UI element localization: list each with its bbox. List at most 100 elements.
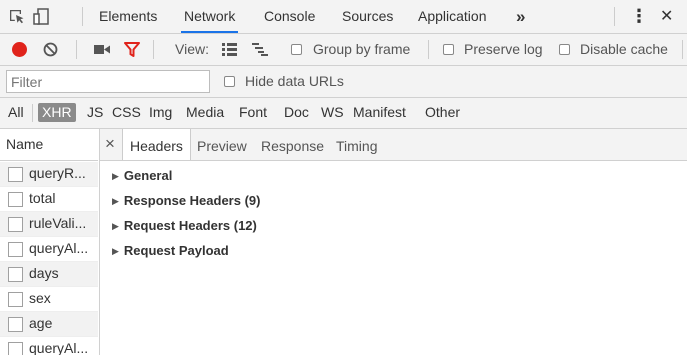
expand-triangle-icon: ▶ bbox=[112, 246, 119, 256]
preserve-log-checkbox[interactable] bbox=[443, 44, 454, 55]
filter-ws[interactable]: WS bbox=[321, 98, 344, 126]
section-label: General bbox=[123, 168, 173, 183]
group-by-frame-label: Group by frame bbox=[313, 41, 411, 57]
view-label: View: bbox=[175, 41, 209, 57]
filter-manifest[interactable]: Manifest bbox=[353, 98, 406, 126]
request-row[interactable]: sex bbox=[0, 287, 98, 312]
filter-doc[interactable]: Doc bbox=[284, 98, 309, 126]
request-row[interactable]: age bbox=[0, 312, 98, 337]
tab-label: Response bbox=[261, 138, 325, 154]
section-label: Request Headers (12) bbox=[123, 218, 257, 233]
tab-preview[interactable]: Preview bbox=[197, 129, 247, 163]
tab-label: Headers bbox=[130, 138, 183, 154]
separator bbox=[682, 40, 683, 59]
section-general[interactable]: ▶ General bbox=[112, 168, 172, 183]
filter-xhr-label: XHR bbox=[42, 104, 72, 120]
filter-input[interactable] bbox=[6, 70, 210, 93]
waterfall-overview-icon[interactable] bbox=[252, 43, 268, 56]
name-column-label: Name bbox=[6, 136, 44, 152]
request-checkbox[interactable] bbox=[8, 267, 23, 282]
request-list: Name queryR... total ruleVali... queryAl… bbox=[0, 129, 100, 355]
tab-headers[interactable]: Headers bbox=[122, 129, 191, 160]
detail-tab-bar: × Headers Preview Response Timing bbox=[100, 129, 687, 161]
tab-label: Console bbox=[264, 8, 316, 24]
request-name: age bbox=[29, 315, 53, 331]
expand-triangle-icon: ▶ bbox=[112, 221, 119, 231]
section-label: Response Headers (9) bbox=[123, 193, 261, 208]
request-checkbox[interactable] bbox=[8, 317, 23, 332]
request-row[interactable]: ruleVali... bbox=[0, 212, 98, 237]
request-row[interactable]: queryAl... bbox=[0, 337, 98, 355]
devtools-tab-bar: Elements Network Console Sources Applica… bbox=[0, 0, 687, 34]
separator bbox=[32, 104, 33, 122]
request-name: total bbox=[29, 190, 56, 206]
tab-response[interactable]: Response bbox=[261, 129, 324, 163]
kebab-menu-icon[interactable]: ⋮ bbox=[630, 0, 648, 33]
separator bbox=[76, 40, 77, 59]
section-label: Request Payload bbox=[123, 243, 229, 258]
network-toolbar: View: Group by frame Preserve log Disabl… bbox=[0, 34, 687, 66]
expand-triangle-icon: ▶ bbox=[112, 196, 119, 206]
hide-data-urls-label: Hide data URLs bbox=[245, 73, 344, 89]
tab-elements[interactable]: Elements bbox=[99, 0, 157, 33]
more-tabs-icon[interactable]: » bbox=[516, 0, 525, 33]
disable-cache-checkbox[interactable] bbox=[559, 44, 570, 55]
hide-data-urls-checkbox[interactable] bbox=[224, 76, 235, 87]
tab-label: Elements bbox=[99, 8, 158, 24]
request-name: queryAl... bbox=[29, 340, 89, 355]
group-by-frame-checkbox[interactable] bbox=[291, 44, 302, 55]
filter-bar: Hide data URLs bbox=[0, 66, 687, 98]
filter-css[interactable]: CSS bbox=[112, 98, 141, 126]
request-name: queryR... bbox=[29, 165, 86, 181]
request-name: queryAl... bbox=[29, 240, 89, 256]
separator bbox=[153, 40, 154, 59]
name-column-header[interactable]: Name bbox=[0, 129, 98, 161]
request-row[interactable]: queryR... bbox=[0, 162, 98, 187]
clear-icon[interactable] bbox=[43, 42, 58, 57]
request-checkbox[interactable] bbox=[8, 342, 23, 355]
preserve-log-label: Preserve log bbox=[464, 41, 543, 57]
separator bbox=[614, 7, 615, 26]
inspect-element-icon[interactable] bbox=[9, 9, 25, 25]
close-detail-icon[interactable]: × bbox=[105, 134, 115, 154]
request-checkbox[interactable] bbox=[8, 292, 23, 307]
filter-font[interactable]: Font bbox=[239, 98, 267, 126]
tab-network[interactable]: Network bbox=[180, 0, 239, 33]
request-checkbox[interactable] bbox=[8, 192, 23, 207]
close-icon[interactable]: ✕ bbox=[660, 0, 673, 33]
tab-sources[interactable]: Sources bbox=[342, 0, 393, 33]
tab-label: Network bbox=[184, 8, 236, 24]
filter-icon[interactable] bbox=[124, 42, 140, 57]
request-name: days bbox=[29, 265, 59, 281]
section-request-headers[interactable]: ▶ Request Headers (12) bbox=[112, 218, 257, 233]
section-request-payload[interactable]: ▶ Request Payload bbox=[112, 243, 229, 258]
tab-timing[interactable]: Timing bbox=[336, 129, 378, 163]
request-checkbox[interactable] bbox=[8, 217, 23, 232]
separator bbox=[428, 40, 429, 59]
request-checkbox[interactable] bbox=[8, 242, 23, 257]
tab-application[interactable]: Application bbox=[418, 0, 487, 33]
request-row[interactable]: days bbox=[0, 262, 98, 287]
tab-label: Preview bbox=[197, 138, 247, 154]
filter-other[interactable]: Other bbox=[425, 98, 460, 126]
request-checkbox[interactable] bbox=[8, 167, 23, 182]
filter-all[interactable]: All bbox=[8, 98, 24, 126]
request-row[interactable]: total bbox=[0, 187, 98, 212]
tab-console[interactable]: Console bbox=[264, 0, 315, 33]
request-row[interactable]: queryAl... bbox=[0, 237, 98, 262]
record-icon[interactable] bbox=[12, 42, 27, 57]
filter-xhr[interactable]: XHR bbox=[38, 103, 76, 122]
tab-label: Application bbox=[418, 8, 487, 24]
tab-label: Timing bbox=[336, 138, 378, 154]
filter-img[interactable]: Img bbox=[149, 98, 172, 126]
type-filter-bar: All XHR JS CSS Img Media Font Doc WS Man… bbox=[0, 98, 687, 129]
large-rows-icon[interactable] bbox=[222, 43, 237, 56]
separator bbox=[82, 7, 83, 26]
request-name: ruleVali... bbox=[29, 215, 87, 231]
filter-media[interactable]: Media bbox=[186, 98, 224, 126]
disable-cache-label: Disable cache bbox=[580, 41, 668, 57]
section-response-headers[interactable]: ▶ Response Headers (9) bbox=[112, 193, 260, 208]
filter-js[interactable]: JS bbox=[87, 98, 103, 126]
capture-screenshots-icon[interactable] bbox=[94, 44, 110, 55]
device-toolbar-icon[interactable] bbox=[33, 8, 49, 25]
